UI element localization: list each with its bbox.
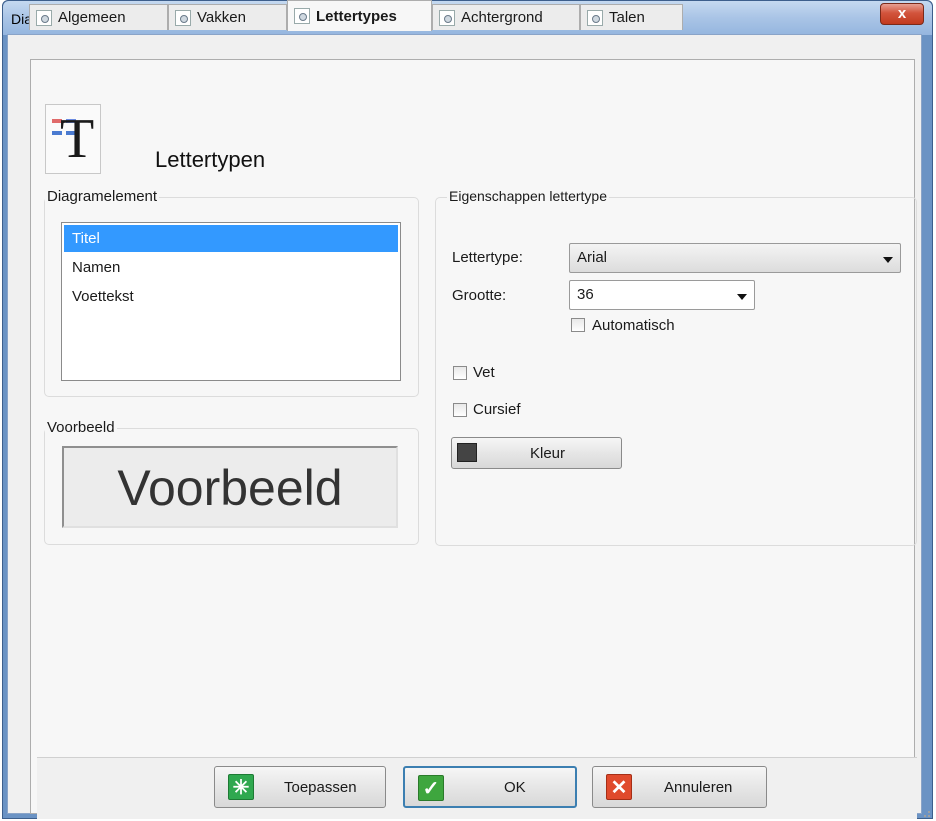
checkmark-icon: ✓ [418,775,444,801]
close-button[interactable]: x [880,3,924,25]
voorbeeld-legend: Voorbeeld [45,419,117,436]
resize-grip[interactable] [920,807,930,817]
tab-algemeen[interactable]: Algemeen [29,4,168,30]
font-preview: Voorbeeld [62,446,398,528]
apply-icon: ✳ [228,774,254,800]
apply-label: Toepassen [284,778,357,796]
font-size-select[interactable]: 36 [569,280,755,310]
chevron-down-icon [883,257,893,263]
list-item[interactable]: Voettekst [64,283,398,310]
settings-icon [587,9,603,26]
diagramelement-legend: Diagramelement [45,188,160,205]
font-type-icon: T [45,104,101,174]
tab-label: Vakken [197,9,246,26]
font-family-select[interactable]: Arial [569,243,901,273]
color-swatch [457,443,477,462]
settings-icon [294,8,310,24]
settings-icon [439,9,455,26]
chevron-down-icon [737,294,747,300]
ok-button[interactable]: ✓ OK [403,766,577,808]
apply-button[interactable]: ✳ Toepassen [214,766,386,808]
settings-icon [36,9,52,26]
diagramelement-listbox[interactable]: Titel Namen Voettekst [61,222,401,381]
vet-checkbox[interactable] [453,366,467,380]
eigenschappen-legend: Eigenschappen lettertype [447,188,609,204]
automatisch-label: Automatisch [592,317,675,334]
tab-vakken[interactable]: Vakken [168,4,287,30]
cancel-label: Annuleren [664,778,733,796]
tab-label: Achtergrond [461,9,543,26]
grootte-label: Grootte: [452,287,507,304]
ok-label: OK [504,778,526,796]
cursief-checkbox[interactable] [453,403,467,417]
list-item[interactable]: Titel [64,225,398,252]
cursief-label: Cursief [473,401,521,418]
tab-label: Talen [609,9,645,26]
close-icon: x [897,5,907,22]
cancel-icon: ✕ [606,774,632,800]
font-family-value: Arial [577,249,608,266]
page-title: Lettertypen [155,147,266,172]
tab-label: Algemeen [58,9,126,26]
settings-icon [175,9,191,26]
automatisch-checkbox[interactable] [571,318,585,332]
tab-lettertypes[interactable]: Lettertypes [287,0,432,31]
vet-label: Vet [473,364,495,381]
tab-achtergrond[interactable]: Achtergrond [432,4,580,30]
lettertype-label: Lettertype: [452,249,523,266]
kleur-button[interactable]: Kleur [451,437,622,469]
kleur-label: Kleur [530,444,566,462]
font-type-glyph: T [60,108,95,170]
tab-label: Lettertypes [316,7,397,25]
font-size-value: 36 [577,286,594,303]
tab-talen[interactable]: Talen [580,4,683,30]
list-item[interactable]: Namen [64,254,398,281]
cancel-button[interactable]: ✕ Annuleren [592,766,767,808]
